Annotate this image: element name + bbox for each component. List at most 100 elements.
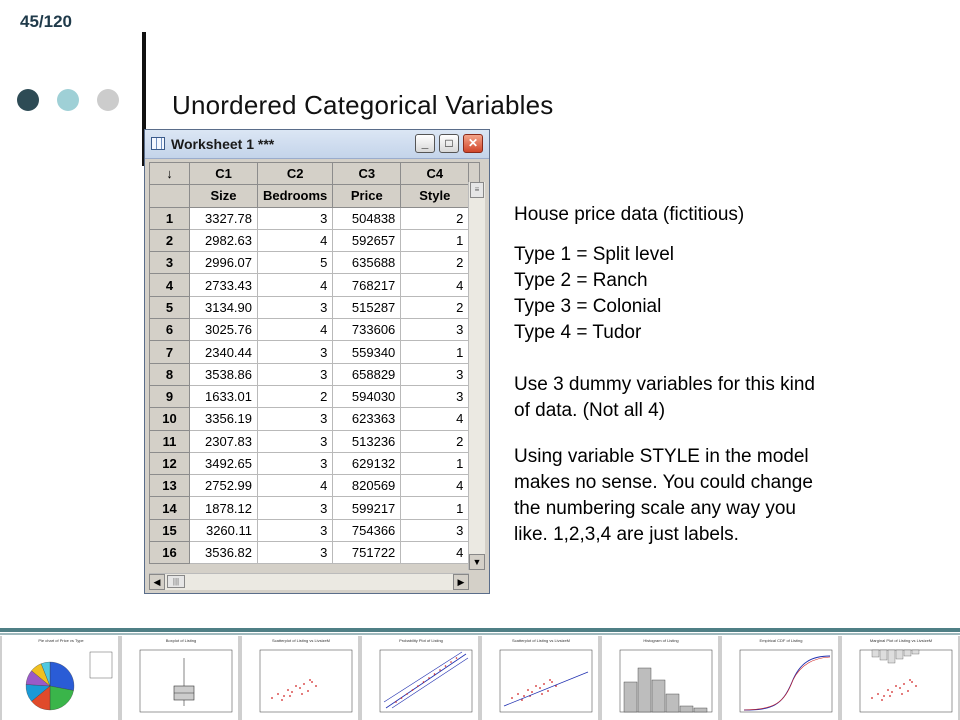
cell-style[interactable]: 4 [400, 273, 470, 297]
vertical-scrollbar[interactable]: ≡ ▼ [468, 182, 485, 570]
row-header[interactable]: 13 [149, 474, 190, 498]
row-header[interactable]: 5 [149, 295, 190, 320]
cell-size[interactable]: 3134.90 [189, 295, 258, 320]
table-row[interactable]: 11 2307.83 3 513236 2 [149, 429, 481, 453]
cell-price[interactable]: 594030 [332, 384, 402, 409]
cell-price[interactable]: 559340 [332, 340, 402, 364]
cell-style[interactable]: 2 [400, 429, 470, 453]
row-header[interactable]: 11 [149, 429, 190, 453]
scroll-left-icon[interactable]: ◀ [149, 574, 165, 590]
cell-style[interactable]: 1 [400, 340, 470, 364]
cell-price[interactable]: 751722 [332, 541, 402, 565]
table-row[interactable]: 14 1878.12 3 599217 1 [149, 496, 481, 520]
cell-size[interactable]: 2996.07 [189, 251, 258, 275]
cell-price[interactable]: 623363 [332, 407, 402, 431]
horizontal-scrollbar[interactable]: ◀ ||| ▶ [149, 573, 469, 590]
cell-bedrooms[interactable]: 4 [256, 474, 334, 498]
table-row[interactable]: 9 1633.01 2 594030 3 [149, 384, 481, 409]
column-name[interactable]: Style [400, 184, 470, 208]
table-row[interactable]: 8 3538.86 3 658829 3 [149, 362, 481, 386]
cell-bedrooms[interactable]: 3 [256, 541, 334, 565]
scroll-thumb[interactable]: ≡ [470, 182, 484, 198]
worksheet-titlebar[interactable]: Worksheet 1 *** _ □ ✕ [145, 130, 489, 159]
cell-bedrooms[interactable]: 4 [256, 318, 334, 342]
cell-style[interactable]: 3 [400, 318, 470, 342]
cell-price[interactable]: 820569 [332, 474, 402, 498]
cell-bedrooms[interactable]: 3 [256, 362, 334, 386]
scroll-right-icon[interactable]: ▶ [453, 574, 469, 590]
row-header[interactable]: 14 [149, 496, 190, 520]
column-name[interactable]: Price [332, 184, 402, 208]
cell-bedrooms[interactable]: 3 [256, 429, 334, 453]
close-button[interactable]: ✕ [463, 134, 483, 153]
cell-style[interactable]: 4 [400, 541, 470, 565]
cell-price[interactable]: 515287 [332, 295, 402, 320]
row-header[interactable]: 7 [149, 340, 190, 364]
table-row[interactable]: 3 2996.07 5 635688 2 [149, 251, 481, 275]
cell-bedrooms[interactable]: 3 [256, 206, 334, 230]
column-id[interactable]: C2 [256, 161, 334, 186]
cell-bedrooms[interactable]: 3 [256, 407, 334, 431]
row-header[interactable]: 15 [149, 518, 190, 543]
cell-style[interactable]: 3 [400, 518, 470, 543]
cell-price[interactable]: 733606 [332, 318, 402, 342]
cell-price[interactable]: 592657 [332, 228, 402, 253]
column-name[interactable]: Bedrooms [256, 184, 334, 208]
column-id[interactable]: C3 [332, 161, 402, 186]
cell-price[interactable]: 754366 [332, 518, 402, 543]
data-grid[interactable]: ↓ C1 C2 C3 C4 Size Bedrooms Price Style … [149, 161, 481, 565]
table-row[interactable]: 4 2733.43 4 768217 4 [149, 273, 481, 297]
cell-style[interactable]: 2 [400, 206, 470, 230]
cell-bedrooms[interactable]: 3 [256, 295, 334, 320]
cell-style[interactable]: 4 [400, 474, 470, 498]
row-header[interactable]: 8 [149, 362, 190, 386]
row-header[interactable]: 4 [149, 273, 190, 297]
cell-style[interactable]: 2 [400, 251, 470, 275]
cell-price[interactable]: 768217 [332, 273, 402, 297]
maximize-button[interactable]: □ [439, 134, 459, 153]
cell-price[interactable]: 599217 [332, 496, 402, 520]
table-row[interactable]: 12 3492.65 3 629132 1 [149, 451, 481, 476]
cell-size[interactable]: 3492.65 [189, 451, 258, 476]
cell-size[interactable]: 2982.63 [189, 228, 258, 253]
column-id[interactable]: C4 [400, 161, 470, 186]
cell-price[interactable]: 658829 [332, 362, 402, 386]
cell-bedrooms[interactable]: 2 [256, 384, 334, 409]
row-header[interactable]: 12 [149, 451, 190, 476]
horizontal-scroll-thumb[interactable]: ||| [167, 575, 185, 588]
row-header[interactable]: 6 [149, 318, 190, 342]
row-header[interactable]: 9 [149, 384, 190, 409]
cell-style[interactable]: 4 [400, 407, 470, 431]
cell-size[interactable]: 2733.43 [189, 273, 258, 297]
cell-bedrooms[interactable]: 3 [256, 496, 334, 520]
table-row[interactable]: 13 2752.99 4 820569 4 [149, 474, 481, 498]
cell-size[interactable]: 2340.44 [189, 340, 258, 364]
cell-style[interactable]: 1 [400, 228, 470, 253]
cell-price[interactable]: 629132 [332, 451, 402, 476]
cell-size[interactable]: 3356.19 [189, 407, 258, 431]
column-id[interactable]: C1 [189, 161, 258, 186]
table-row[interactable]: 15 3260.11 3 754366 3 [149, 518, 481, 543]
cell-style[interactable]: 3 [400, 362, 470, 386]
cell-size[interactable]: 3327.78 [189, 206, 258, 230]
cell-size[interactable]: 3025.76 [189, 318, 258, 342]
corner-arrow-icon[interactable]: ↓ [149, 161, 190, 186]
table-row[interactable]: 10 3356.19 3 623363 4 [149, 407, 481, 431]
cell-price[interactable]: 635688 [332, 251, 402, 275]
cell-bedrooms[interactable]: 5 [256, 251, 334, 275]
cell-size[interactable]: 3536.82 [189, 541, 258, 565]
cell-price[interactable]: 513236 [332, 429, 402, 453]
table-row[interactable]: 5 3134.90 3 515287 2 [149, 295, 481, 320]
row-header[interactable]: 10 [149, 407, 190, 431]
row-header[interactable]: 2 [149, 228, 190, 253]
row-header[interactable]: 16 [149, 541, 190, 565]
scroll-down-icon[interactable]: ▼ [469, 554, 485, 570]
cell-size[interactable]: 2307.83 [189, 429, 258, 453]
worksheet-window[interactable]: Worksheet 1 *** _ □ ✕ ↓ C1 C2 C3 C4 Size… [144, 129, 490, 594]
table-row[interactable]: 6 3025.76 4 733606 3 [149, 318, 481, 342]
cell-size[interactable]: 1633.01 [189, 384, 258, 409]
row-header[interactable]: 3 [149, 251, 190, 275]
cell-size[interactable]: 1878.12 [189, 496, 258, 520]
cell-style[interactable]: 1 [400, 496, 470, 520]
cell-price[interactable]: 504838 [332, 206, 402, 230]
